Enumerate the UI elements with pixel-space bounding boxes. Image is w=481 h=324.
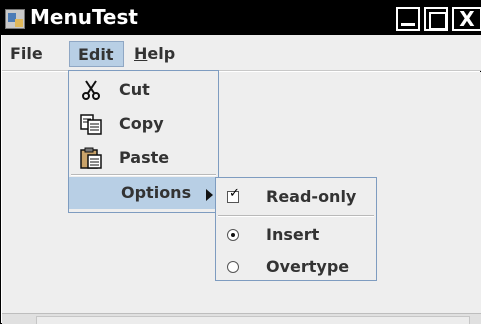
bottom-scrollbar[interactable] <box>2 313 481 324</box>
menu-item-paste[interactable]: Paste <box>69 142 218 174</box>
menu-item-paste-label: Paste <box>119 148 170 167</box>
window-title: MenuTest <box>30 5 138 29</box>
menu-help[interactable]: Help <box>126 41 183 67</box>
radio-selected-icon <box>227 229 239 241</box>
menu-item-insert-label: Insert <box>266 225 320 244</box>
menu-item-read-only[interactable]: ✓ Read-only <box>216 181 376 213</box>
menu-help-mnemonic: H <box>134 44 148 63</box>
menu-item-cut-label: Cut <box>119 80 150 99</box>
menu-item-insert[interactable]: Insert <box>216 219 376 251</box>
minimize-icon[interactable] <box>396 7 420 31</box>
menu-separator <box>218 215 374 217</box>
menu-bar: File Edit Help <box>2 35 481 71</box>
menu-file[interactable]: File <box>2 41 51 67</box>
checkbox-icon: ✓ <box>227 187 240 203</box>
menu-item-options-label: Options <box>121 183 192 202</box>
options-submenu-popup: ✓ Read-only Insert Overtype <box>215 177 377 281</box>
app-icon[interactable] <box>5 9 25 29</box>
scissors-icon <box>82 80 100 100</box>
menu-item-overtype[interactable]: Overtype <box>216 251 376 283</box>
title-bar[interactable]: MenuTest X <box>1 1 481 35</box>
copy-icon <box>80 114 102 135</box>
app-icon-shape <box>15 19 23 27</box>
menu-item-read-only-label: Read-only <box>266 187 357 206</box>
radio-unselected-icon <box>227 261 239 273</box>
menu-help-label: elp <box>147 44 176 63</box>
checkmark-icon: ✓ <box>229 186 240 201</box>
submenu-arrow-icon <box>206 189 213 201</box>
menu-item-copy-label: Copy <box>119 114 164 133</box>
close-icon[interactable]: X <box>452 7 481 31</box>
menutest-window: MenuTest X File Edit Help Cut Copy Paste… <box>0 0 481 324</box>
menu-item-copy[interactable]: Copy <box>69 108 218 140</box>
radio-dot-icon <box>231 233 235 237</box>
menu-separator <box>71 174 216 176</box>
menu-item-cut[interactable]: Cut <box>69 74 218 106</box>
maximize-icon[interactable] <box>424 7 448 31</box>
edit-menu-popup: Cut Copy Paste Options <box>68 70 219 213</box>
menu-item-options[interactable]: Options <box>69 177 218 209</box>
menu-edit[interactable]: Edit <box>69 41 124 67</box>
paste-icon <box>80 147 102 169</box>
menu-item-overtype-label: Overtype <box>266 257 350 276</box>
